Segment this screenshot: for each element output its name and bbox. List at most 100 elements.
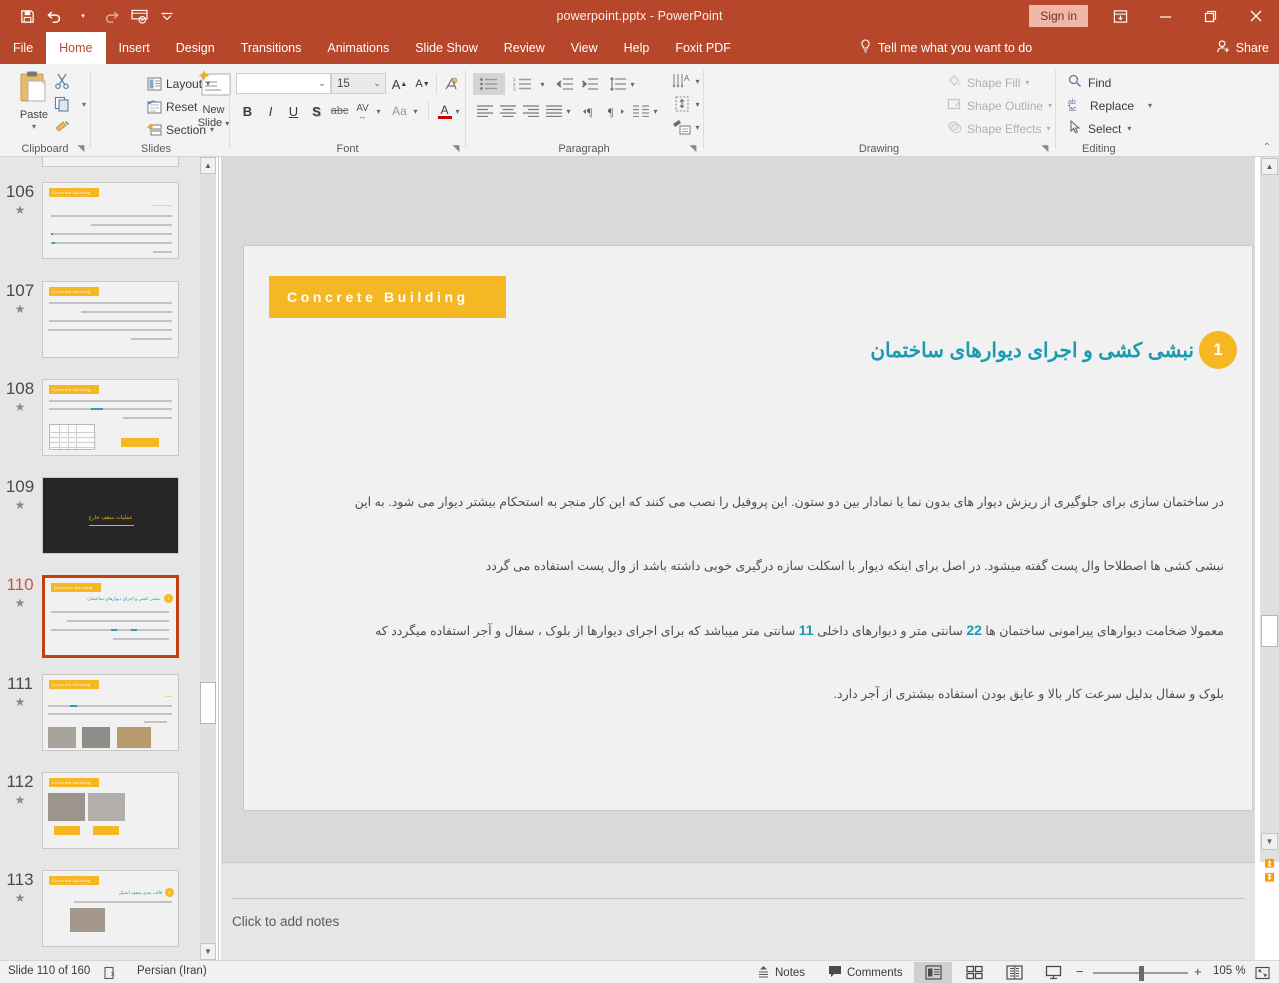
columns-button[interactable]: [629, 100, 652, 122]
slide-thumbnail[interactable]: Concrete Building ـــــــــــــــ: [42, 182, 179, 259]
increase-indent-button[interactable]: [578, 73, 601, 95]
scroll-down-icon[interactable]: ▼: [200, 943, 216, 960]
convert-to-smartart-button[interactable]: [670, 116, 693, 138]
zoom-in-button[interactable]: +: [1194, 964, 1202, 979]
slide-thumbnail-selected[interactable]: Concrete Building نبشی کشی و اجرای دیوار…: [42, 575, 179, 658]
font-color-caret[interactable]: ▾: [452, 100, 463, 122]
text-direction-button[interactable]: A: [670, 70, 693, 92]
drawing-dialog-launcher[interactable]: ◥: [1039, 142, 1051, 154]
reading-view-button[interactable]: [995, 962, 1033, 983]
shape-effects-caret[interactable]: ▾: [1047, 124, 1051, 133]
layout-button[interactable]: Layout ▾: [147, 73, 210, 94]
pane-splitter[interactable]: [218, 157, 219, 960]
grow-font-icon[interactable]: A ▲: [388, 73, 411, 95]
thumbnail-scrollbar[interactable]: ▲ ▼: [200, 157, 216, 960]
columns-caret[interactable]: ▾: [650, 100, 661, 122]
caret-undo-icon[interactable]: ▾: [70, 3, 96, 29]
slide-heading[interactable]: نبشی کشی و اجرای دیوارهای ساختمان: [314, 338, 1194, 363]
underline-button[interactable]: U: [282, 100, 305, 122]
format-painter-icon[interactable]: [50, 116, 74, 138]
clipboard-dialog-launcher[interactable]: ◥: [75, 142, 87, 154]
comments-button[interactable]: Comments: [828, 963, 903, 982]
strikethrough-button[interactable]: abc: [328, 100, 351, 122]
slide-sorter-view-button[interactable]: [955, 962, 993, 983]
next-slide-icon[interactable]: ⏬: [1261, 870, 1278, 885]
paste-dropdown-caret[interactable]: ▾: [32, 122, 36, 131]
font-size-combo[interactable]: 15 ⌄: [331, 73, 386, 94]
slide-scrollbar[interactable]: ▲ ▼: [1260, 157, 1279, 862]
copy-icon[interactable]: [50, 93, 74, 115]
chevron-down-icon[interactable]: ⌄: [314, 78, 330, 89]
numbering-caret[interactable]: ▾: [537, 73, 548, 95]
customize-qat-icon[interactable]: [154, 3, 180, 29]
character-spacing-caret[interactable]: ▾: [373, 100, 384, 122]
slide-thumbnail[interactable]: [42, 157, 179, 167]
rtl-text-direction-button[interactable]: ¶: [604, 100, 627, 122]
align-text-caret[interactable]: ▾: [692, 93, 703, 115]
justify-button[interactable]: [542, 100, 565, 122]
scrollbar-thumb[interactable]: [200, 682, 216, 724]
slide-paragraph-4[interactable]: بلوک و سفال بدلیل سرعت کار بالا و عایق ب…: [304, 686, 1224, 701]
reset-button[interactable]: Reset: [147, 96, 197, 117]
fit-slide-to-window-button[interactable]: [1250, 962, 1274, 983]
undo-icon[interactable]: [42, 3, 68, 29]
align-right-button[interactable]: [519, 100, 542, 122]
scroll-down-icon[interactable]: ▼: [1261, 833, 1278, 850]
align-text-button[interactable]: [670, 93, 693, 115]
close-icon[interactable]: [1233, 0, 1279, 32]
align-left-button[interactable]: [473, 100, 496, 122]
zoom-slider-handle[interactable]: [1139, 966, 1144, 981]
shape-fill-button[interactable]: Shape Fill ▾: [947, 72, 1029, 93]
tab-file[interactable]: File: [0, 32, 46, 64]
text-shadow-button[interactable]: S: [305, 100, 328, 122]
notes-placeholder[interactable]: Click to add notes: [232, 914, 339, 929]
restore-icon[interactable]: [1188, 0, 1233, 32]
tab-design[interactable]: Design: [163, 32, 228, 64]
cut-icon[interactable]: [50, 70, 74, 92]
italic-button[interactable]: I: [259, 100, 282, 122]
change-case-button[interactable]: Aa: [388, 100, 411, 122]
shrink-font-icon[interactable]: A ▼: [411, 73, 434, 95]
change-case-caret[interactable]: ▾: [410, 100, 421, 122]
ribbon-display-options-icon[interactable]: [1098, 0, 1143, 32]
character-spacing-button[interactable]: AV ↔: [351, 100, 374, 122]
find-button[interactable]: Find: [1068, 72, 1111, 93]
slide-thumbnail[interactable]: Concrete Building: [42, 379, 179, 456]
slide-paragraph-2[interactable]: نبشی کشی ها اصطلاحا وال پست گفته میشود. …: [304, 558, 1224, 573]
spell-check-icon[interactable]: x: [104, 963, 118, 982]
section-caret[interactable]: ▾: [210, 125, 214, 134]
chevron-down-icon[interactable]: ⌄: [369, 78, 385, 89]
scroll-up-icon[interactable]: ▲: [200, 157, 216, 174]
shape-outline-button[interactable]: Shape Outline ▾: [947, 95, 1052, 116]
slide-show-view-button[interactable]: [1034, 962, 1072, 983]
tab-home[interactable]: Home: [46, 32, 106, 64]
center-button[interactable]: [496, 100, 519, 122]
slide-thumbnail[interactable]: Concrete Building قالب بندی سقف استیل 2: [42, 870, 179, 947]
section-button[interactable]: Section ▾: [147, 119, 214, 140]
redo-icon[interactable]: [98, 3, 124, 29]
shape-effects-button[interactable]: Shape Effects ▾: [947, 118, 1051, 139]
scrollbar-thumb[interactable]: [1261, 615, 1278, 647]
font-dialog-launcher[interactable]: ◥: [450, 142, 462, 154]
bullets-button[interactable]: [473, 73, 505, 95]
tab-review[interactable]: Review: [491, 32, 558, 64]
normal-view-button[interactable]: [914, 962, 952, 983]
tab-insert[interactable]: Insert: [106, 32, 163, 64]
share-button[interactable]: Share: [1216, 32, 1269, 64]
replace-button[interactable]: ab ac Replace ▾: [1068, 95, 1152, 116]
slide-thumbnail[interactable]: عملیات سقف خارج: [42, 477, 179, 554]
tab-foxit-pdf[interactable]: Foxit PDF: [662, 32, 744, 64]
previous-slide-icon[interactable]: ⏫: [1261, 856, 1278, 871]
text-direction-caret[interactable]: ▾: [692, 70, 703, 92]
notes-button[interactable]: Notes: [757, 963, 805, 982]
notes-pane[interactable]: [221, 862, 1255, 960]
slide-thumbnail[interactable]: Concrete Building: [42, 772, 179, 849]
select-caret[interactable]: ▾: [1127, 124, 1131, 133]
tab-view[interactable]: View: [558, 32, 611, 64]
tab-animations[interactable]: Animations: [314, 32, 402, 64]
zoom-out-button[interactable]: −: [1076, 964, 1084, 979]
slide-editing-area[interactable]: Concrete Building نبشی کشی و اجرای دیوار…: [221, 157, 1255, 862]
replace-caret[interactable]: ▾: [1148, 101, 1152, 110]
select-button[interactable]: Select ▾: [1068, 118, 1131, 139]
slide-paragraph-1[interactable]: در ساختمان سازی برای جلوگیری از ریزش دیو…: [304, 494, 1224, 509]
